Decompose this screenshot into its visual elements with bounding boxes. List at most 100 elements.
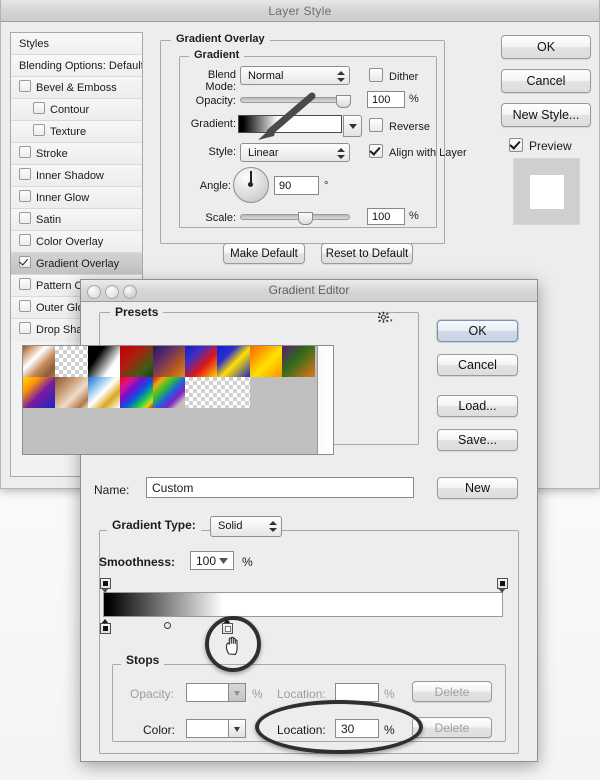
preset-swatch[interactable] xyxy=(153,377,185,408)
opacity-stop-end[interactable] xyxy=(497,578,508,593)
stop-opacity-location-label: Location: xyxy=(277,687,326,701)
color-stop-black[interactable] xyxy=(100,619,111,634)
checkbox-reverse[interactable] xyxy=(369,118,383,132)
stop-opacity-dropdown-arrow-icon[interactable] xyxy=(229,683,246,702)
stop-opacity-location-percent: % xyxy=(384,687,395,701)
gradient-editor-ok-button[interactable]: OK xyxy=(437,320,518,342)
layer-style-cancel-button[interactable]: Cancel xyxy=(501,69,591,93)
stop-opacity-input[interactable] xyxy=(186,683,229,702)
name-input[interactable]: Custom xyxy=(146,477,414,498)
checkbox-bevel-emboss[interactable] xyxy=(19,80,31,92)
sidebar-item-texture[interactable]: Texture xyxy=(11,121,142,143)
checkbox-contour[interactable] xyxy=(33,102,45,114)
new-preset-button[interactable]: New xyxy=(437,477,518,499)
layer-style-ok-button[interactable]: OK xyxy=(501,35,591,59)
new-style-button[interactable]: New Style... xyxy=(501,103,591,127)
preset-swatch[interactable] xyxy=(250,346,282,377)
sidebar-item-stroke[interactable]: Stroke xyxy=(11,143,142,165)
stop-color-dropdown-arrow-icon[interactable] xyxy=(229,719,246,738)
checkbox-inner-shadow[interactable] xyxy=(19,168,31,180)
preset-swatch[interactable] xyxy=(88,346,120,377)
sidebar-item-color-overlay[interactable]: Color Overlay xyxy=(11,231,142,253)
gradient-type-select[interactable]: Solid xyxy=(210,516,282,537)
scale-input[interactable]: 100 xyxy=(367,208,405,225)
checkbox-gradient-overlay[interactable] xyxy=(19,256,31,268)
align-label: Align with Layer xyxy=(389,147,467,159)
delete-opacity-stop-button[interactable]: Delete xyxy=(412,681,492,702)
preset-swatch[interactable] xyxy=(153,346,185,377)
checkbox-texture[interactable] xyxy=(33,124,45,136)
style-select[interactable]: Linear xyxy=(240,143,350,162)
sidebar-item-satin[interactable]: Satin xyxy=(11,209,142,231)
preset-swatch[interactable] xyxy=(55,377,87,408)
dither-checkbox-row[interactable]: Dither xyxy=(369,68,418,83)
gradient-editor-titlebar[interactable]: Gradient Editor xyxy=(81,280,537,302)
sidebar-item-contour[interactable]: Contour xyxy=(11,99,142,121)
slider-knob[interactable] xyxy=(336,95,351,108)
checkbox-dither[interactable] xyxy=(369,68,383,82)
style-label: Style: xyxy=(176,146,236,158)
scale-slider[interactable] xyxy=(240,210,350,224)
sidebar-item-styles[interactable]: Styles xyxy=(11,33,142,55)
annotation-circle-stop xyxy=(205,616,261,672)
gradient-subgroup-title: Gradient xyxy=(189,49,244,61)
sidebar-item-inner-shadow[interactable]: Inner Shadow xyxy=(11,165,142,187)
gradient-editor-title: Gradient Editor xyxy=(81,283,537,297)
sidebar-item-bevel-emboss[interactable]: Bevel & Emboss xyxy=(11,77,142,99)
preset-swatch[interactable] xyxy=(88,377,120,408)
checkbox-satin[interactable] xyxy=(19,212,31,224)
checkbox-inner-glow[interactable] xyxy=(19,190,31,202)
style-value: Linear xyxy=(248,147,279,159)
gradient-bar[interactable] xyxy=(103,592,503,617)
checkbox-preview[interactable] xyxy=(509,138,523,152)
checkbox-color-overlay[interactable] xyxy=(19,234,31,246)
save-button[interactable]: Save... xyxy=(437,429,518,451)
angle-label: Angle: xyxy=(176,180,231,192)
opacity-stop-start[interactable] xyxy=(100,578,111,593)
align-with-layer-row[interactable]: Align with Layer xyxy=(369,144,467,159)
checkbox-stroke[interactable] xyxy=(19,146,31,158)
preset-swatch[interactable] xyxy=(120,377,152,408)
blend-mode-select[interactable]: Normal xyxy=(240,66,350,85)
sidebar-item-gradient-overlay[interactable]: Gradient Overlay xyxy=(11,253,142,275)
preset-swatch[interactable] xyxy=(55,346,87,377)
sidebar-item-label: Styles xyxy=(19,38,49,50)
sidebar-item-label: Blending Options: Default xyxy=(19,60,143,72)
checkbox-outer-glow[interactable] xyxy=(19,300,31,312)
preset-swatch[interactable] xyxy=(217,346,249,377)
presets-grid[interactable] xyxy=(23,346,315,408)
gradient-dropdown-button[interactable] xyxy=(343,115,362,137)
presets-swatch-box[interactable] xyxy=(22,345,334,455)
preset-swatch[interactable] xyxy=(120,346,152,377)
reset-to-default-button[interactable]: Reset to Default xyxy=(321,243,413,264)
gradient-editor-cancel-button[interactable]: Cancel xyxy=(437,354,518,376)
gradient-midpoint-marker[interactable] xyxy=(164,622,171,629)
checkbox-align-with-layer[interactable] xyxy=(369,144,383,158)
preset-swatch[interactable] xyxy=(282,346,314,377)
stop-color-swatch[interactable] xyxy=(186,719,229,738)
sidebar-item-label: Stroke xyxy=(36,148,68,160)
slider-knob[interactable] xyxy=(298,212,313,225)
checkbox-drop-shadow[interactable] xyxy=(19,322,31,334)
preset-swatch[interactable] xyxy=(185,377,217,408)
load-button[interactable]: Load... xyxy=(437,395,518,417)
checkbox-pattern-overlay[interactable] xyxy=(19,278,31,290)
stop-body xyxy=(100,623,111,634)
reverse-checkbox-row[interactable]: Reverse xyxy=(369,118,430,133)
presets-scrollbar[interactable] xyxy=(317,346,333,454)
sidebar-item-blending-options[interactable]: Blending Options: Default xyxy=(11,55,142,77)
opacity-input[interactable]: 100 xyxy=(367,91,405,108)
gear-icon[interactable] xyxy=(377,311,393,325)
preset-swatch[interactable] xyxy=(23,377,55,408)
preset-swatch[interactable] xyxy=(23,346,55,377)
smoothness-dropdown-arrow-icon[interactable] xyxy=(214,552,232,569)
make-default-button[interactable]: Make Default xyxy=(223,243,305,264)
layer-style-titlebar[interactable]: Layer Style xyxy=(1,0,599,22)
preset-swatch[interactable] xyxy=(185,346,217,377)
delete-color-stop-button[interactable]: Delete xyxy=(412,717,492,738)
sidebar-item-inner-glow[interactable]: Inner Glow xyxy=(11,187,142,209)
preview-checkbox-row[interactable]: Preview xyxy=(509,138,572,153)
preset-swatch[interactable] xyxy=(217,377,249,408)
angle-dial[interactable] xyxy=(233,167,269,203)
angle-input[interactable]: 90 xyxy=(274,176,319,195)
